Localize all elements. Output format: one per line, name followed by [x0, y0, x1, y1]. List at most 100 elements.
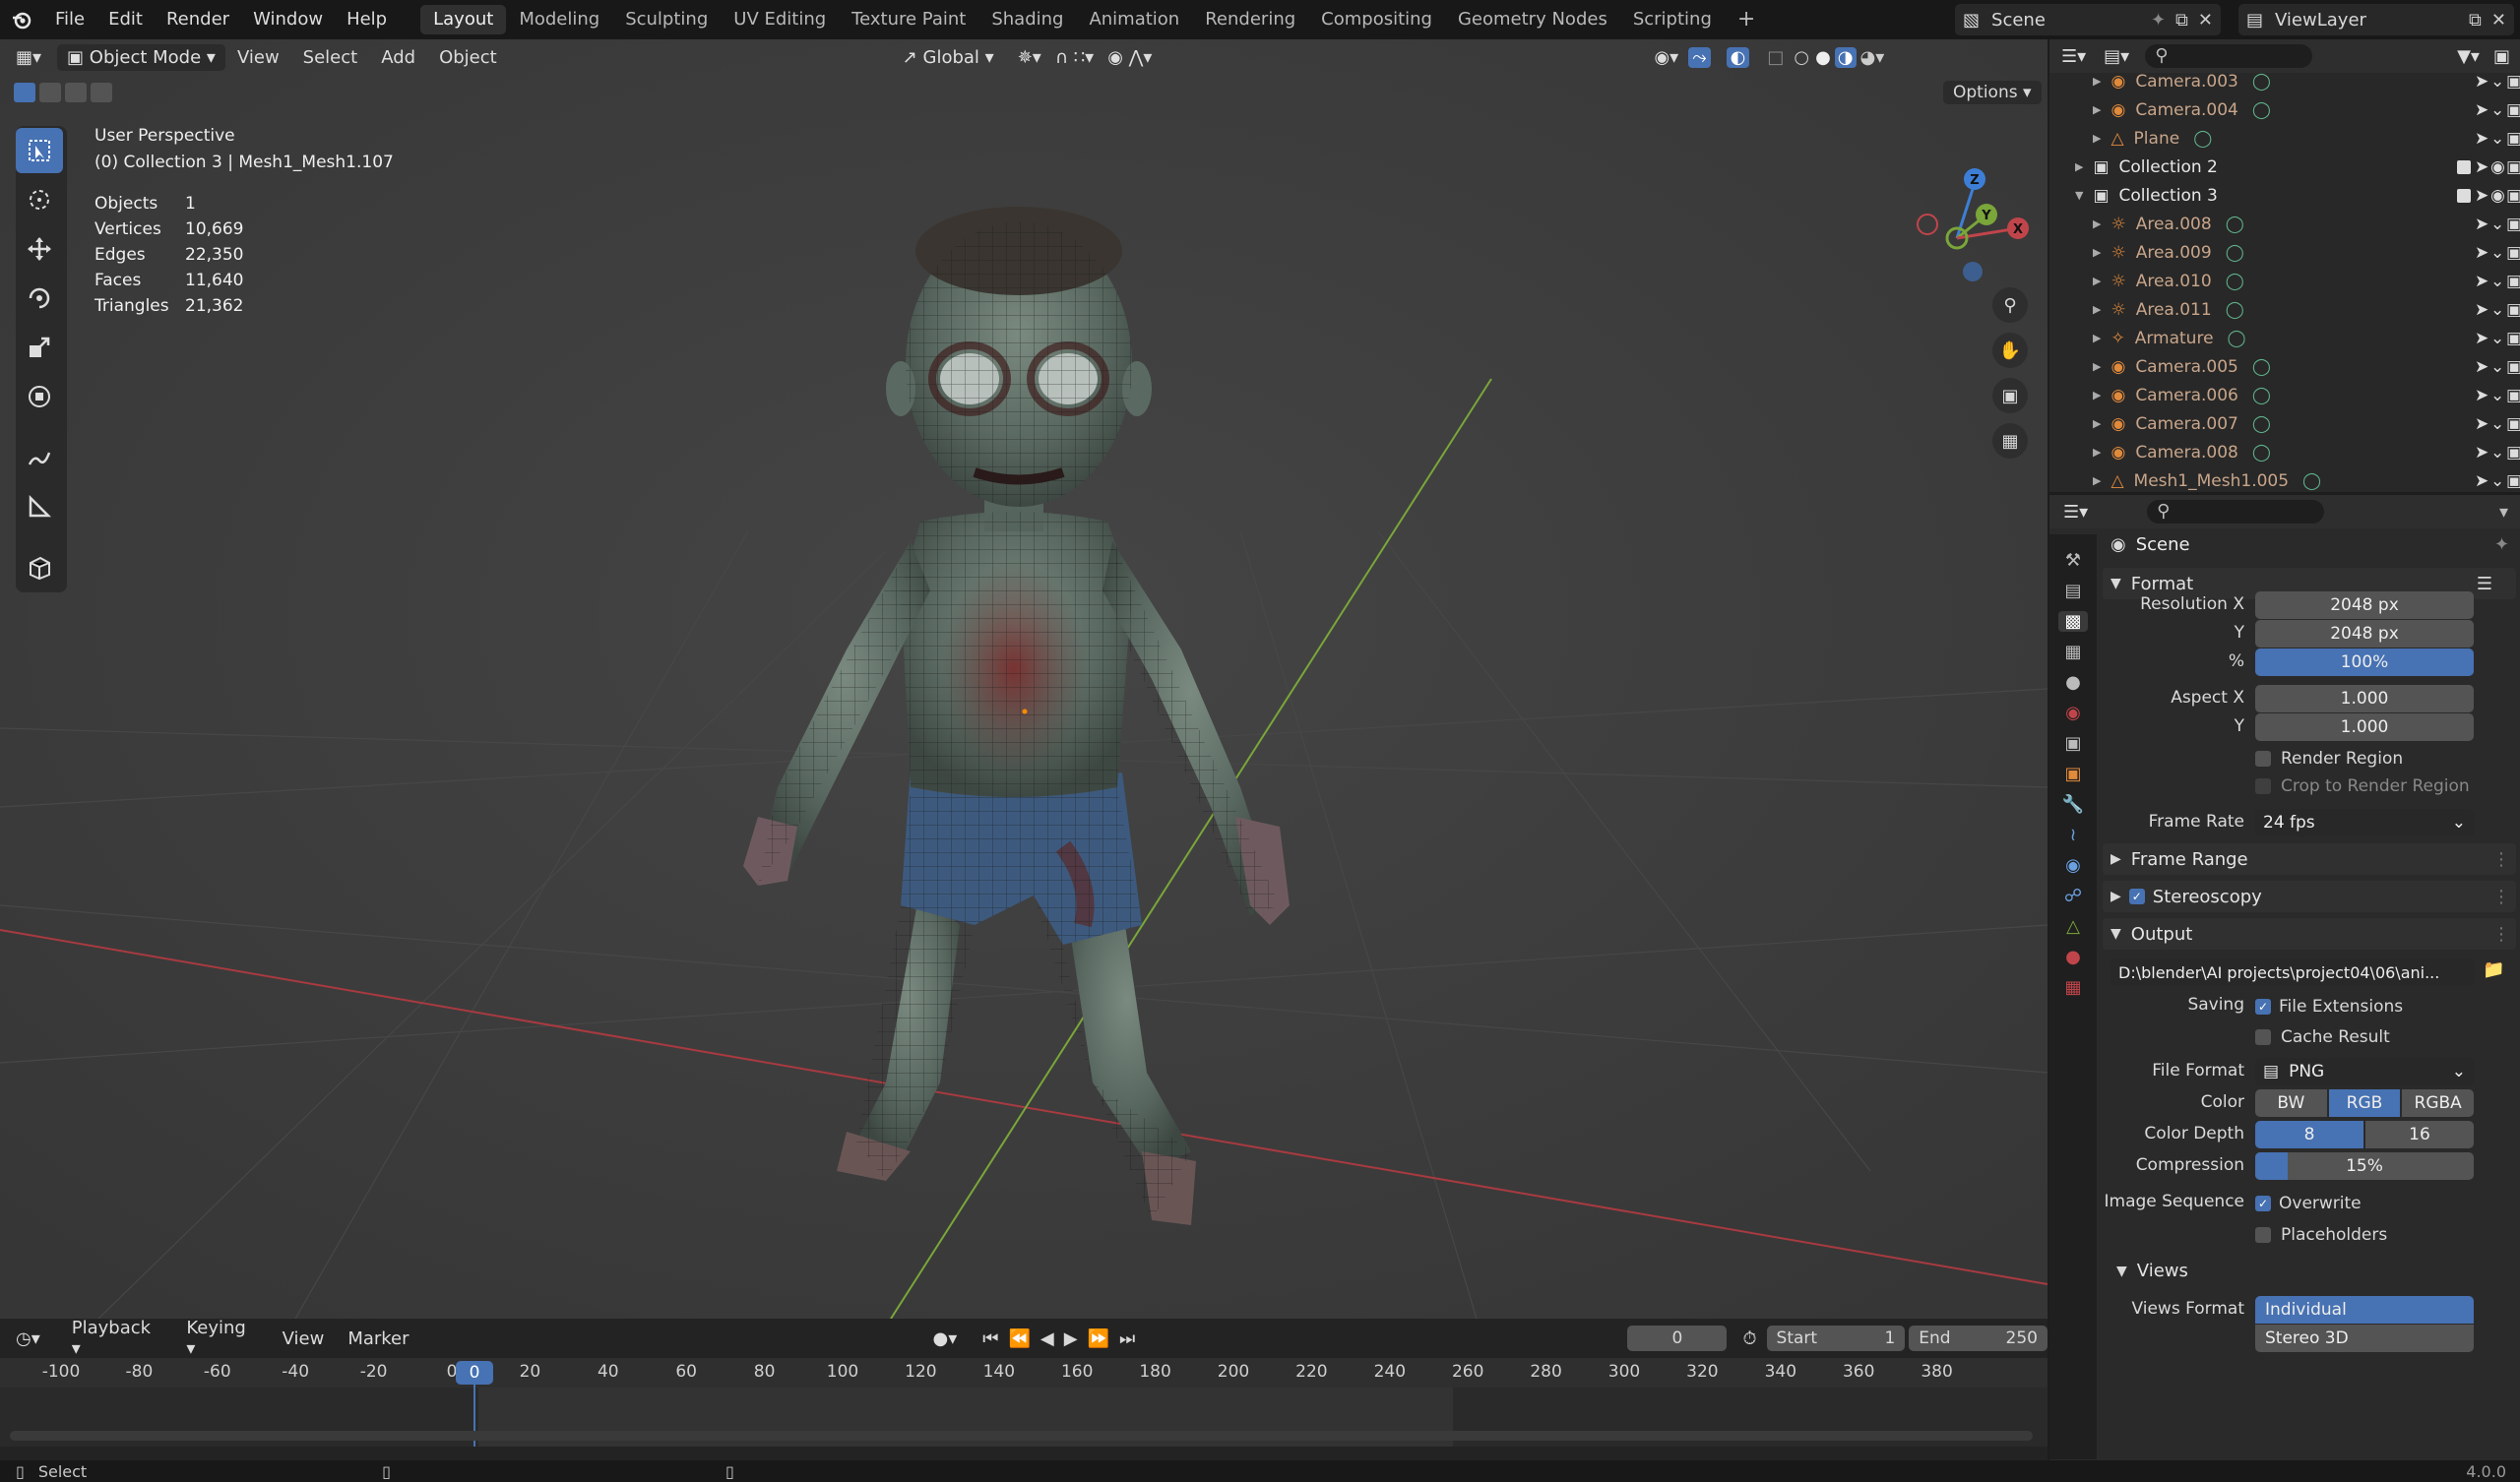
menu-window[interactable]: Window	[241, 0, 335, 39]
render-tab-icon[interactable]: ▤	[2064, 581, 2081, 601]
tool-tab-icon[interactable]: ⚒	[2065, 550, 2081, 571]
file-format-dropdown[interactable]: ▤ PNG ⌄	[2255, 1058, 2474, 1085]
selectable-icon[interactable]: ➤	[2475, 300, 2488, 320]
eye-icon[interactable]: ⌄	[2490, 272, 2504, 291]
selectable-icon[interactable]: ➤	[2475, 72, 2488, 92]
crop-region-checkbox[interactable]: Crop to Render Region	[2255, 776, 2470, 796]
selectable-icon[interactable]: ➤	[2475, 215, 2488, 234]
camera-render-icon[interactable]: ▣	[2506, 215, 2520, 234]
eye-icon[interactable]: ⌄	[2490, 386, 2504, 405]
delete-scene-icon[interactable]: ✕	[2198, 10, 2213, 31]
camera-render-icon[interactable]: ▣	[2506, 357, 2520, 377]
camera-render-icon[interactable]: ▣	[2506, 300, 2520, 320]
expand-arrow-icon[interactable]: ▶	[2075, 160, 2083, 173]
outliner-row[interactable]: ▶ ◉ Camera.005 ◯ ➤ ⌄ ▣	[2049, 352, 2520, 381]
timeline-editor-icon[interactable]: ◷▾	[16, 1328, 40, 1349]
selectable-icon[interactable]: ➤	[2475, 414, 2488, 434]
pin-context-icon[interactable]: ✦	[2494, 534, 2509, 555]
outliner-row[interactable]: ▶ ☼ Area.008 ◯ ➤ ⌄ ▣	[2049, 210, 2520, 238]
eye-icon[interactable]: ⌄	[2490, 215, 2504, 234]
modifier-tab-icon[interactable]: 🔧	[2062, 794, 2084, 815]
editor-type-icon[interactable]: ▦▾	[0, 47, 51, 68]
exclude-checkbox[interactable]	[2457, 188, 2471, 203]
stereoscopy-panel-header[interactable]: ▶ ✓ Stereoscopy ⋮	[2103, 881, 2516, 912]
resolution-pct-field[interactable]: 100%	[2255, 648, 2474, 676]
expand-arrow-icon[interactable]: ▶	[2093, 103, 2101, 116]
timeline-area[interactable]: -100 -80 -60 -40 -20 0 20 40 60 80 100 120 140 160 180…	[0, 1358, 2048, 1447]
measure-tool-icon[interactable]	[16, 484, 63, 529]
texture-tab-icon[interactable]: ▦	[2064, 977, 2081, 998]
prev-keyframe-icon[interactable]: ⏪	[1008, 1328, 1030, 1349]
start-frame-field[interactable]: Start 1	[1766, 1326, 1906, 1351]
eye-icon[interactable]: ⌄	[2490, 129, 2504, 149]
add-cube-tool-icon[interactable]	[16, 545, 63, 590]
aspect-y-field[interactable]: 1.000	[2255, 713, 2474, 741]
tab-animation[interactable]: Animation	[1076, 5, 1192, 34]
scene-selector[interactable]: ▧ Scene ✦ ⧉ ✕	[1955, 4, 2221, 35]
outliner-row[interactable]: ▶ △ Plane ◯ ➤ ⌄ ▣	[2049, 124, 2520, 153]
render-region-check[interactable]	[2255, 751, 2271, 767]
tab-geometry-nodes[interactable]: Geometry Nodes	[1445, 5, 1620, 34]
menu-edit[interactable]: Edit	[96, 0, 155, 39]
menu-view[interactable]: View	[225, 47, 291, 68]
snap-icon[interactable]: ∩ ∷▾	[1055, 47, 1094, 68]
add-workspace-icon[interactable]: +	[1725, 5, 1768, 34]
pin-icon[interactable]: ✦	[2151, 10, 2166, 31]
navigation-gizmo[interactable]: Z Y X	[1910, 124, 2038, 291]
tab-compositing[interactable]: Compositing	[1308, 5, 1445, 34]
eye-icon[interactable]: ◉	[2490, 157, 2505, 177]
expand-arrow-icon[interactable]: ▼	[2075, 189, 2083, 202]
visibility-icon[interactable]: ◉▾	[1654, 47, 1678, 68]
stereoscopy-checkbox[interactable]: ✓	[2128, 889, 2145, 904]
overwrite-check[interactable]: ✓	[2255, 1196, 2271, 1211]
depth-16-button[interactable]: 16	[2365, 1121, 2474, 1148]
physics-tab-icon[interactable]: ◉	[2065, 855, 2081, 876]
select-intersect-icon[interactable]	[91, 83, 112, 102]
exclude-checkbox[interactable]	[2457, 159, 2471, 174]
camera-render-icon[interactable]: ▣	[2506, 414, 2520, 434]
selectable-icon[interactable]: ➤	[2475, 157, 2488, 177]
current-frame-field[interactable]: 0	[1627, 1326, 1728, 1351]
outliner-editor-icon[interactable]: ☰▾	[2061, 46, 2086, 67]
camera-render-icon[interactable]: ▣	[2506, 157, 2520, 177]
drag-handle-icon[interactable]: ⋮	[2492, 849, 2510, 870]
outliner-row[interactable]: ▼ ▣ Collection 3 ➤ ◉ ▣	[2049, 181, 2520, 210]
frame-range-panel-header[interactable]: ▶ Frame Range ⋮	[2103, 843, 2516, 875]
timeline-view-menu[interactable]: View	[271, 1328, 337, 1349]
menu-object[interactable]: Object	[427, 47, 509, 68]
placeholders-checkbox[interactable]: Placeholders	[2255, 1225, 2387, 1245]
render-region-checkbox[interactable]: Render Region	[2255, 749, 2403, 769]
drag-handle-icon[interactable]: ⋮	[2492, 887, 2510, 907]
expand-arrow-icon[interactable]: ▶	[2093, 275, 2101, 287]
aspect-x-field[interactable]: 1.000	[2255, 685, 2474, 712]
expand-arrow-icon[interactable]: ▶	[2093, 417, 2101, 430]
transform-tool-icon[interactable]	[16, 374, 63, 419]
constraints-tab-icon[interactable]: ☍	[2064, 886, 2082, 906]
timeline-scrollbar[interactable]	[10, 1431, 2033, 1441]
color-bw-button[interactable]: BW	[2255, 1089, 2327, 1117]
zoom-icon[interactable]: ⚲	[1992, 287, 2028, 323]
file-extensions-check[interactable]: ✓	[2255, 999, 2271, 1015]
new-scene-icon[interactable]: ⧉	[2175, 10, 2188, 31]
material-tab-icon[interactable]: ●	[2065, 947, 2081, 967]
menu-render[interactable]: Render	[155, 0, 241, 39]
output-tab-icon[interactable]: ▩	[2058, 611, 2088, 632]
views-panel-header[interactable]: ▼ Views	[2116, 1261, 2188, 1281]
annotate-tool-icon[interactable]	[16, 435, 63, 480]
frame-rate-dropdown[interactable]: 24 fps ⌄	[2255, 809, 2474, 836]
properties-search-input[interactable]: ⚲	[2147, 500, 2325, 524]
depth-8-button[interactable]: 8	[2255, 1121, 2363, 1148]
properties-options-icon[interactable]: ▾	[2499, 502, 2508, 523]
expand-arrow-icon[interactable]: ▶	[2093, 303, 2101, 316]
viewlayer-selector[interactable]: ▤ ViewLayer ⧉ ✕	[2238, 4, 2514, 35]
pan-hand-icon[interactable]: ✋	[1992, 333, 2028, 368]
playback-menu[interactable]: Playback ▾	[60, 1318, 175, 1359]
view-layer-tab-icon[interactable]: ▦	[2064, 642, 2081, 662]
selectable-icon[interactable]: ➤	[2475, 443, 2488, 463]
camera-render-icon[interactable]: ▣	[2506, 72, 2520, 92]
outliner-row[interactable]: ▶ ◉ Camera.004 ◯ ➤ ⌄ ▣	[2049, 95, 2520, 124]
display-mode-icon[interactable]: ▤▾	[2104, 46, 2129, 67]
eye-icon[interactable]: ⌄	[2490, 357, 2504, 377]
eye-icon[interactable]: ⌄	[2490, 300, 2504, 320]
jump-start-icon[interactable]: ⏮	[982, 1328, 998, 1349]
